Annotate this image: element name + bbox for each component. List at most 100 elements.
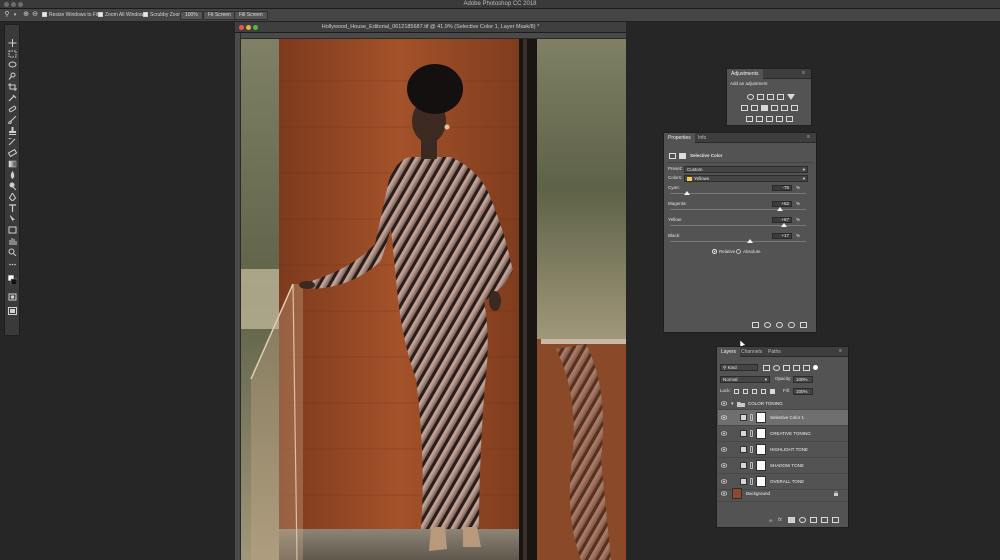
relative-radio[interactable] (712, 249, 717, 254)
exposure-icon[interactable] (777, 94, 784, 100)
eye-icon[interactable] (721, 447, 727, 452)
new-adjustment-layer-icon[interactable] (799, 517, 806, 523)
slider-track[interactable] (670, 193, 806, 194)
color-balance-icon[interactable] (751, 105, 758, 111)
mask-link-icon[interactable] (750, 462, 753, 469)
layer-filter-dropdown[interactable]: ⚲ Kind (720, 364, 758, 371)
photo-filter-icon[interactable] (771, 105, 778, 111)
chevron-down-icon[interactable]: ▾ (11, 11, 19, 19)
mask-link-icon[interactable] (750, 446, 753, 453)
scrubby-zoom-checkbox[interactable]: Scrubby Zoom (143, 12, 183, 19)
hue-saturation-icon[interactable] (741, 105, 748, 111)
eyedropper-tool-icon[interactable] (8, 94, 17, 102)
reset-icon[interactable] (776, 322, 783, 328)
layer-mask-icon[interactable] (679, 153, 686, 159)
layer-row-background[interactable]: Background (718, 486, 848, 502)
new-group-icon[interactable] (810, 517, 817, 523)
chevron-down-icon[interactable]: ▾ (731, 398, 734, 410)
fill-field[interactable]: 100% (793, 388, 813, 395)
pen-tool-icon[interactable] (8, 193, 17, 201)
path-selection-tool-icon[interactable] (8, 215, 17, 223)
eye-icon[interactable] (721, 415, 727, 420)
marquee-tool-icon[interactable] (8, 50, 17, 58)
colors-dropdown[interactable]: Yellows ▾ (684, 175, 808, 182)
preset-dropdown[interactable]: Custom ▾ (684, 166, 808, 173)
threshold-icon[interactable] (766, 116, 773, 122)
crop-tool-icon[interactable] (8, 83, 17, 91)
trash-icon[interactable] (832, 517, 839, 523)
fill-screen-button[interactable]: Fill Screen (234, 11, 268, 20)
brush-tool-icon[interactable] (8, 116, 17, 124)
posterize-icon[interactable] (756, 116, 763, 122)
opacity-field[interactable]: 100% (793, 376, 813, 383)
dodge-tool-icon[interactable] (8, 182, 17, 190)
clone-stamp-tool-icon[interactable] (8, 127, 17, 135)
eye-icon[interactable] (721, 431, 727, 436)
layer-mask-thumbnail[interactable] (756, 428, 766, 439)
layer-mask-thumbnail[interactable] (756, 412, 766, 423)
invert-icon[interactable] (746, 116, 753, 122)
hand-tool-icon[interactable] (8, 237, 17, 245)
visibility-eye-icon[interactable] (788, 322, 795, 328)
view-previous-state-icon[interactable] (764, 322, 771, 328)
panel-menu-icon[interactable]: ≡ (802, 71, 808, 76)
channel-mixer-icon[interactable] (781, 105, 788, 111)
slider-thumb[interactable] (684, 191, 690, 195)
slider-thumb[interactable] (746, 239, 753, 243)
filter-shape-icon[interactable] (793, 365, 800, 371)
blur-tool-icon[interactable] (8, 171, 17, 179)
tab-channels[interactable]: Channels (737, 347, 766, 357)
lock-transparent-icon[interactable] (734, 389, 739, 394)
layer-mask-thumbnail[interactable] (756, 460, 766, 471)
clip-to-layer-icon[interactable] (752, 322, 759, 328)
curves-icon[interactable] (767, 94, 774, 100)
lasso-tool-icon[interactable] (8, 61, 17, 69)
layer-row[interactable]: Selective Color 1 (718, 410, 848, 426)
zoom-out-icon[interactable]: ⊖ (31, 11, 39, 19)
vibrance-icon[interactable] (787, 94, 795, 100)
quick-selection-tool-icon[interactable] (8, 72, 17, 80)
zoom-tool-icon[interactable]: ⚲ (3, 11, 11, 19)
layer-style-icon[interactable]: fx (778, 517, 782, 523)
add-mask-icon[interactable] (788, 517, 795, 523)
layer-row[interactable]: HIGHLIGHT TONE (718, 442, 848, 458)
zoom-all-windows-checkbox[interactable]: Zoom All Windows (98, 12, 146, 19)
lock-position-icon[interactable] (752, 389, 757, 394)
zoom-tool-icon[interactable] (8, 248, 17, 256)
eye-icon[interactable] (721, 491, 727, 496)
absolute-radio[interactable] (736, 249, 741, 254)
filter-pixel-icon[interactable] (763, 365, 770, 371)
zoom-100-button[interactable]: 100% (180, 11, 203, 20)
filter-adjustment-icon[interactable] (773, 365, 780, 371)
quick-mask-icon[interactable] (8, 293, 17, 301)
tab-info[interactable]: Info (694, 133, 710, 143)
slider-thumb[interactable] (780, 223, 787, 227)
blend-mode-dropdown[interactable]: Normal ▾ (720, 376, 770, 383)
gradient-map-icon[interactable] (776, 116, 783, 122)
screen-mode-icon[interactable] (8, 307, 17, 315)
lock-image-icon[interactable] (743, 389, 748, 394)
filter-type-icon[interactable] (783, 365, 790, 371)
zoom-in-icon[interactable]: ⊕ (22, 11, 30, 19)
move-tool-icon[interactable] (8, 39, 17, 47)
link-layers-icon[interactable]: ∞ (769, 518, 773, 524)
layer-row[interactable]: CREATIVE TONING (718, 426, 848, 442)
history-brush-tool-icon[interactable] (8, 138, 17, 146)
mask-link-icon[interactable] (750, 478, 753, 485)
image-canvas[interactable] (241, 39, 626, 560)
eye-icon[interactable] (721, 479, 727, 484)
trash-icon[interactable] (800, 322, 807, 328)
slider-thumb[interactable] (777, 207, 784, 211)
tab-adjustments[interactable]: Adjustments (727, 69, 763, 79)
eye-icon[interactable] (721, 463, 727, 468)
lock-artboard-icon[interactable] (761, 389, 766, 394)
levels-icon[interactable] (757, 94, 764, 100)
lock-all-icon[interactable] (770, 389, 775, 394)
color-lookup-icon[interactable] (791, 105, 798, 111)
gradient-tool-icon[interactable] (8, 160, 17, 168)
panel-menu-icon[interactable]: ≡ (839, 349, 845, 354)
fit-screen-button[interactable]: Fit Screen (203, 11, 236, 20)
mask-link-icon[interactable] (750, 430, 753, 437)
healing-brush-tool-icon[interactable] (8, 105, 17, 113)
eye-icon[interactable] (721, 401, 727, 406)
